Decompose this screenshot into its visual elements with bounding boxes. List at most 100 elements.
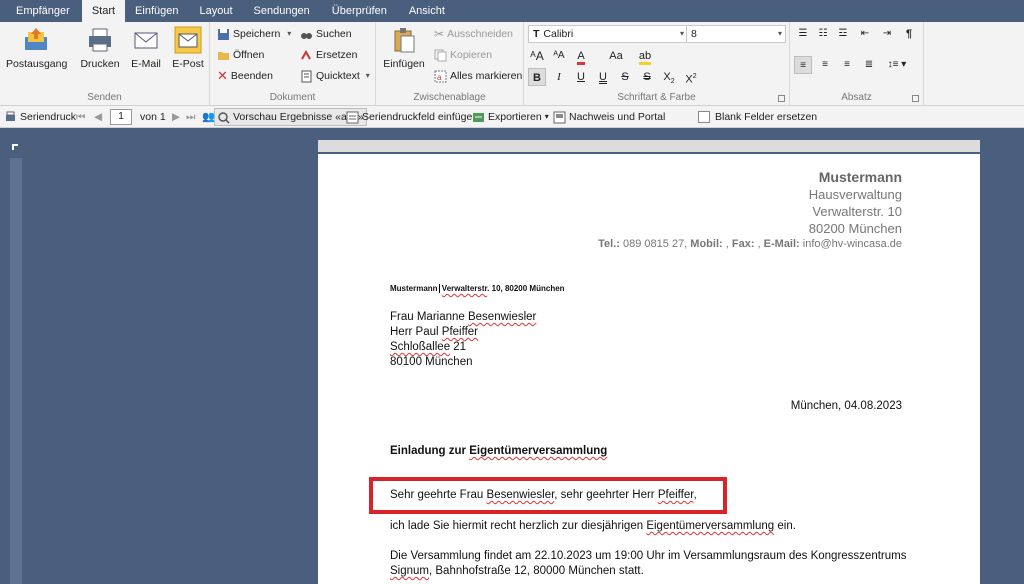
sender-street: Verwalterstr. 10	[812, 204, 902, 219]
bold-button[interactable]: B	[528, 68, 546, 86]
kopieren-label: Kopieren	[450, 49, 493, 61]
font-name-select[interactable]: T Calibri ▾	[528, 25, 688, 43]
prev-record-button[interactable]: ◀	[94, 108, 102, 126]
group-absatz-label: Absatz	[841, 92, 872, 103]
select-all-icon: a	[434, 70, 447, 82]
oeffnen-button[interactable]: Öffnen	[217, 46, 264, 64]
record-number-input[interactable]: 1	[110, 109, 132, 125]
drucken-label: Drucken	[80, 58, 120, 70]
kopieren-button[interactable]: Kopieren	[434, 46, 492, 64]
font-size-select[interactable]: 8 ▾	[686, 25, 786, 43]
mailmerge-toolbar: Seriendruck ⏮ ◀ 1 von 1 ▶ ⏭ 👥 Vorschau E…	[0, 106, 1024, 128]
first-record-button[interactable]: ⏮	[76, 108, 85, 126]
subscript-button[interactable]: X2	[660, 68, 678, 86]
recipient-line-4: 80100 München	[390, 356, 473, 368]
tab-empfaenger[interactable]: Empfänger	[0, 0, 82, 22]
save-icon	[218, 28, 229, 40]
next-record-button[interactable]: ▶	[172, 108, 180, 126]
tab-sendungen[interactable]: Sendungen	[244, 0, 320, 22]
shrink-font-button[interactable]: ᴬA	[550, 47, 568, 65]
return-name: Mustermann	[390, 284, 438, 293]
sender-city: 80200 München	[808, 221, 902, 236]
superscript-button[interactable]: X2	[682, 68, 700, 86]
group-absatz: ☰ ☷ ☲ ⇤ ⇥ ¶ ≡ ≡ ≡ ≣ ↕≡ ▾ Absatz	[790, 22, 924, 106]
quicktext-button[interactable]: Quicktext ▾	[300, 67, 370, 85]
absatz-dialog-launcher[interactable]	[912, 95, 919, 102]
highlight-button[interactable]: ab	[636, 47, 654, 65]
tab-ueberpruefen[interactable]: Überprüfen	[320, 0, 399, 22]
tab-einfuegen[interactable]: Einfügen	[125, 0, 188, 22]
beenden-button[interactable]: ✕ Beenden	[217, 67, 273, 85]
double-strikethrough-button[interactable]: S	[638, 68, 656, 86]
suchen-label: Suchen	[316, 28, 352, 40]
text-cursor	[438, 284, 440, 293]
postausgang-button[interactable]: Postausgang	[6, 26, 67, 70]
nachweis-button[interactable]: Nachweis und Portal	[553, 108, 665, 126]
tab-layout[interactable]: Layout	[188, 0, 243, 22]
underline-button[interactable]: U	[572, 68, 590, 86]
vorschau-button[interactable]: Vorschau Ergebnisse «abc»	[214, 108, 367, 126]
export-icon	[473, 112, 484, 122]
pilcrow-button[interactable]: ¶	[900, 25, 918, 43]
case-button[interactable]: Aa	[604, 47, 628, 65]
tab-ansicht[interactable]: Ansicht	[399, 0, 455, 22]
letter-body-2: Die Versammlung findet am 22.10.2023 um …	[390, 550, 907, 562]
increase-indent-button[interactable]: ⇥	[878, 25, 896, 43]
bullets-button[interactable]: ☰	[794, 25, 812, 43]
speichern-button[interactable]: Speichern ▾	[217, 25, 291, 43]
grow-font-button[interactable]: ᴬA	[528, 47, 546, 65]
italic-button[interactable]: I	[550, 68, 568, 86]
einfuegen-button[interactable]: Einfügen	[380, 26, 428, 70]
sender-company: Mustermann	[818, 169, 902, 185]
body3-b: , Bahnhofstraße 12, 80000 München statt.	[429, 565, 644, 577]
letter-date: München, 04.08.2023	[790, 400, 902, 412]
return-street: Verwalterstr	[441, 284, 488, 293]
einfuegen-label: Einfügen	[383, 58, 425, 70]
checkbox-box[interactable]	[698, 111, 710, 123]
align-right-button[interactable]: ≡	[838, 56, 856, 74]
seriendruck-button[interactable]: Seriendruck	[4, 108, 76, 126]
binoculars-icon	[301, 32, 312, 39]
font-type-icon: T	[533, 28, 540, 40]
group-dokument-label: Dokument	[269, 92, 316, 103]
chevron-down-icon: ▾	[679, 29, 684, 38]
fax-value: ,	[754, 238, 764, 250]
ersetzen-button[interactable]: Ersetzen	[300, 46, 357, 64]
multilevel-list-button[interactable]: ☲	[834, 25, 852, 43]
seriendruck-label: Seriendruck	[20, 111, 77, 123]
email-value: info@hv-wincasa.de	[799, 238, 902, 250]
epost-button[interactable]: E-Post	[168, 26, 208, 70]
line-spacing-button[interactable]: ↕≡ ▾	[884, 56, 910, 74]
ausschneiden-label: Ausschneiden	[447, 28, 514, 40]
ausschneiden-button[interactable]: ✂ Ausschneiden	[434, 25, 513, 43]
align-left-button[interactable]: ≡	[794, 56, 812, 74]
mobil-label: Mobil:	[690, 238, 723, 250]
email-label: E-Mail:	[763, 238, 800, 250]
align-center-button[interactable]: ≡	[816, 56, 834, 74]
last-record-button[interactable]: ⏭	[186, 108, 195, 126]
recipient-house-number: 21	[450, 341, 467, 353]
nachweis-label: Nachweis und Portal	[569, 111, 666, 123]
epost-icon	[174, 26, 202, 54]
email-button[interactable]: E-Mail	[126, 26, 166, 70]
strikethrough-button[interactable]: S	[616, 68, 634, 86]
svg-text:a: a	[437, 73, 442, 82]
alles-markieren-button[interactable]: a Alles markieren	[434, 67, 522, 85]
numbering-button[interactable]: ☷	[814, 25, 832, 43]
exportieren-button[interactable]: Exportieren ▾	[472, 108, 549, 126]
group-dokument: Speichern ▾ Öffnen ✕ Beenden Suchen Erse…	[210, 22, 376, 106]
blank-felder-checkbox[interactable]: Blank Felder ersetzen	[698, 108, 817, 126]
seriendruckfeld-button[interactable]: Seriendruckfeld einfügen	[346, 108, 478, 126]
font-color-button[interactable]: A	[572, 47, 590, 65]
justify-button[interactable]: ≣	[860, 56, 878, 74]
drucken-button[interactable]: Drucken	[78, 26, 122, 70]
document-page[interactable]: Mustermann Hausverwaltung Verwalterstr. …	[318, 154, 980, 584]
suchen-button[interactable]: Suchen	[300, 25, 352, 43]
document-workspace[interactable]: Mustermann Hausverwaltung Verwalterstr. …	[0, 128, 1024, 584]
tab-start[interactable]: Start	[81, 0, 126, 22]
schriftart-dialog-launcher[interactable]	[778, 95, 785, 102]
decrease-indent-button[interactable]: ⇤	[856, 25, 874, 43]
beenden-label: Beenden	[230, 70, 273, 82]
double-underline-button[interactable]: U	[594, 68, 612, 86]
tel-label: Tel.:	[598, 238, 620, 250]
